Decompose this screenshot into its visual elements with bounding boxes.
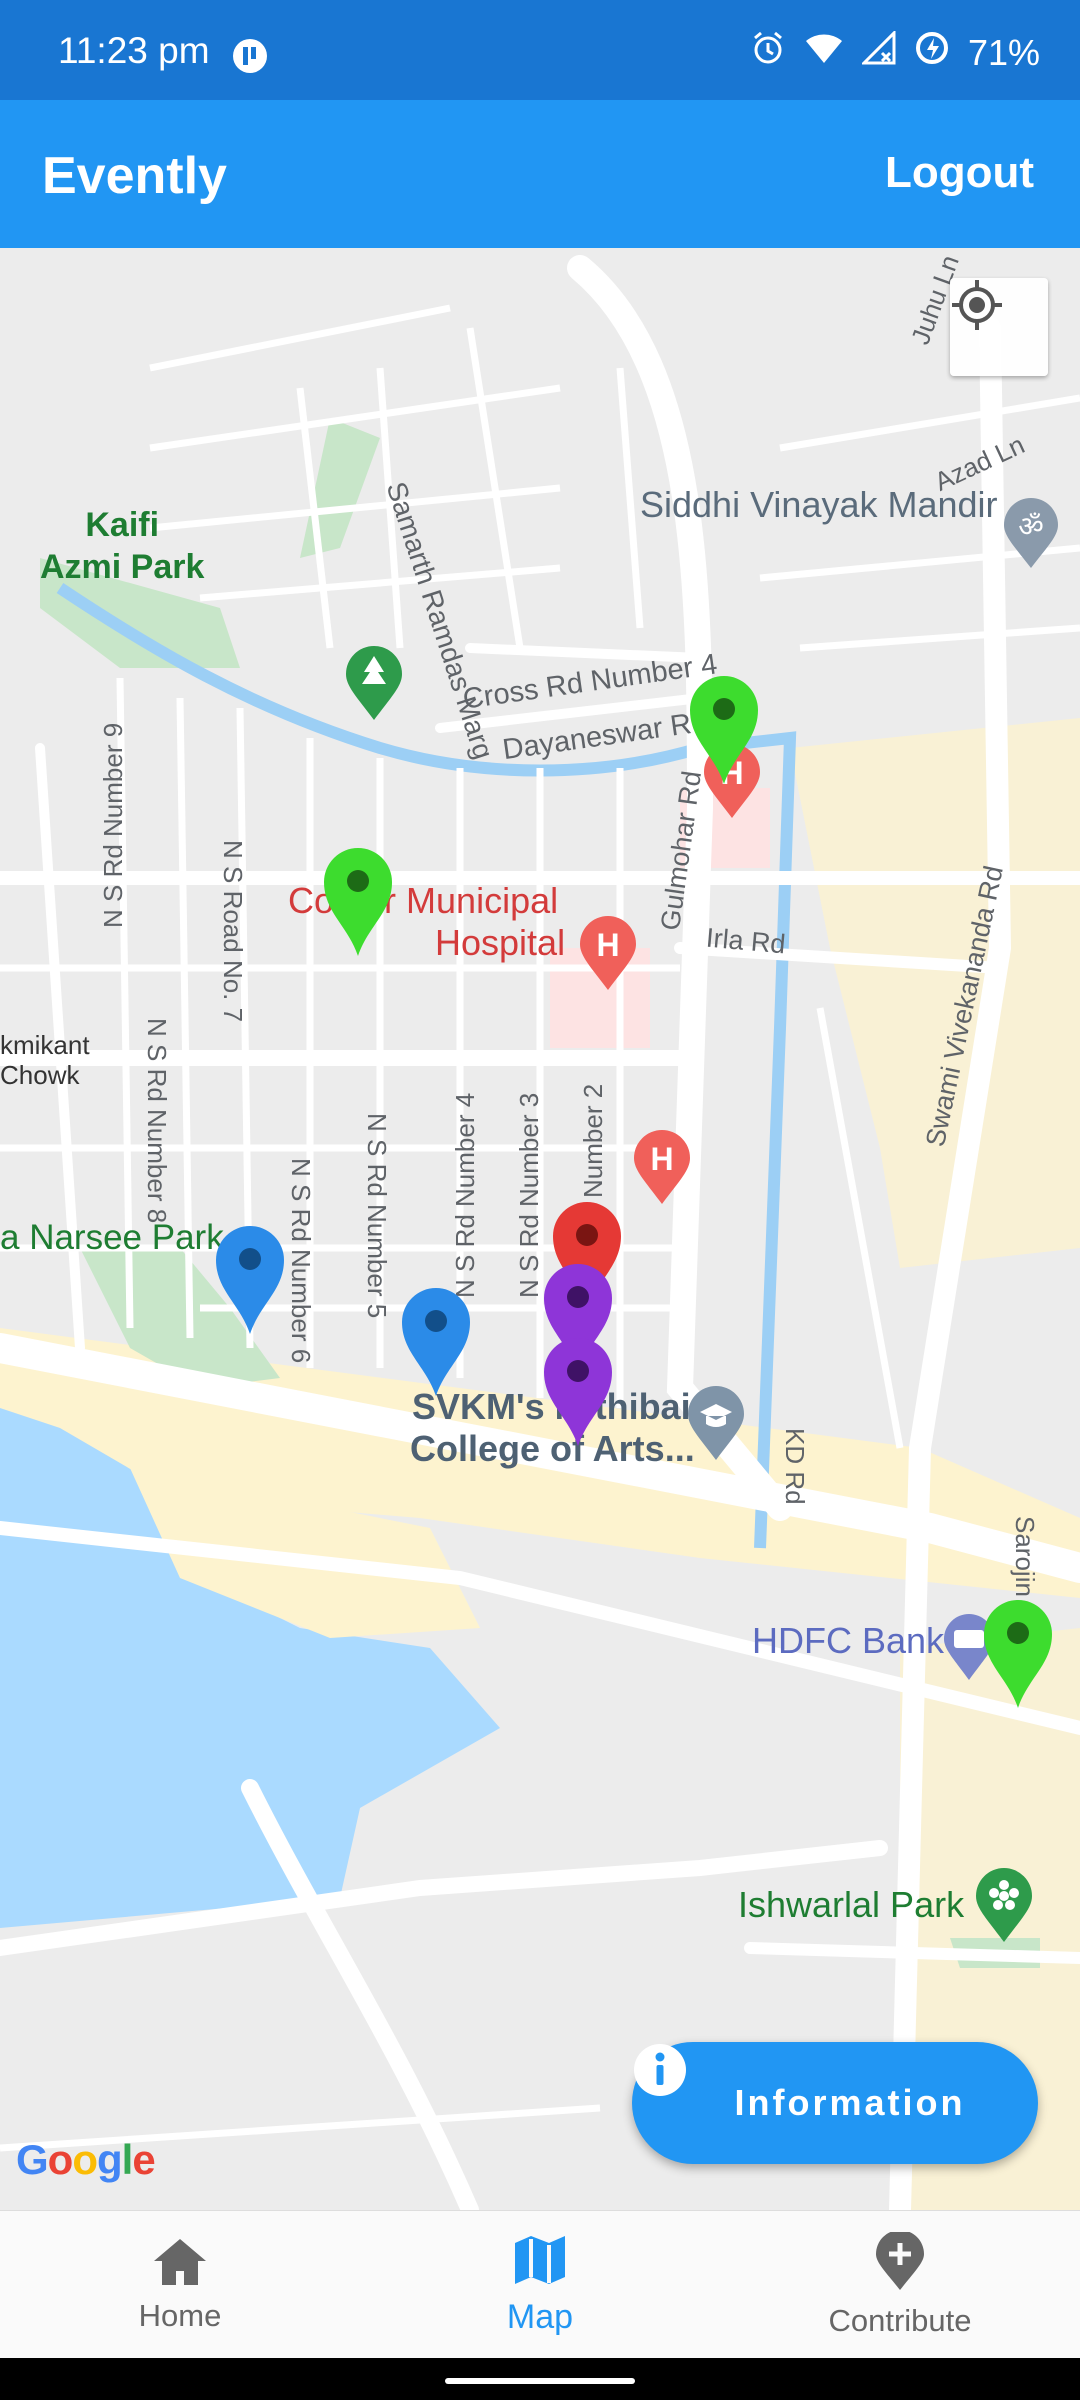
- street-label: N S Rd Number 9: [98, 722, 128, 928]
- street-label: N S Rd Number 5: [362, 1113, 392, 1319]
- information-label: Information: [734, 2082, 966, 2123]
- nav-item-map[interactable]: Map: [360, 2211, 720, 2359]
- status-icons: 71%: [750, 29, 1040, 75]
- street-label: Number 2: [578, 1083, 608, 1198]
- status-time: 11:23 pm: [58, 30, 210, 71]
- add-location-icon: [876, 2229, 924, 2297]
- bottom-navigation: Home Map Contribute: [0, 2210, 1080, 2359]
- status-bar: 11:23 pm 71%: [0, 0, 1080, 100]
- street-label: Sarojin: [1010, 1516, 1040, 1597]
- nav-item-home[interactable]: Home: [0, 2211, 360, 2359]
- home-icon: [152, 2237, 208, 2292]
- nav-label-contribute: Contribute: [828, 2302, 972, 2338]
- nav-label-map: Map: [506, 2298, 574, 2336]
- information-button[interactable]: Information: [632, 2042, 1038, 2164]
- park-label-narsee[interactable]: a Narsee Park: [0, 1218, 224, 1258]
- svg-text:H: H: [596, 927, 619, 963]
- map-view[interactable]: Samarth Ramdas Marg Cross Rd Number 4 Da…: [0, 248, 1080, 2210]
- app-title: Evently: [42, 147, 227, 205]
- home-gesture-pill[interactable]: [445, 2378, 635, 2384]
- google-logo: Google: [16, 2136, 156, 2183]
- bank-label-hdfc[interactable]: HDFC Bank: [752, 1620, 944, 1662]
- hospital-label-cooper-line2[interactable]: Hospital: [435, 922, 565, 964]
- street-label: kmikant: [0, 1030, 90, 1060]
- gesture-navigation-bar: [0, 2358, 1080, 2400]
- my-location-button[interactable]: [950, 278, 1048, 376]
- street-label: N S Rd Number 8: [142, 1018, 172, 1224]
- svg-text:ॐ: ॐ: [1018, 510, 1044, 543]
- svg-text:H: H: [650, 1141, 673, 1177]
- park-label-ishwarlal[interactable]: Ishwarlal Park: [738, 1884, 964, 1926]
- nav-label-home: Home: [138, 2297, 222, 2333]
- street-label: N S Road No. 7: [218, 840, 248, 1023]
- street-label: KD Rd: [780, 1428, 810, 1505]
- logout-button[interactable]: Logout: [885, 148, 1034, 198]
- app-bar: Evently Logout: [0, 100, 1080, 248]
- nav-item-contribute[interactable]: Contribute: [720, 2211, 1080, 2359]
- battery-percent: 71%: [967, 31, 1040, 73]
- app-notification-icon: [232, 38, 268, 79]
- signal-icon: [860, 29, 896, 74]
- street-label: N S Rd Number 3: [514, 1092, 544, 1298]
- alarm-icon: [750, 30, 786, 75]
- wifi-icon: [804, 31, 844, 74]
- street-label: N S Rd Number 4: [450, 1092, 480, 1298]
- street-label: N S Rd Number 6: [286, 1158, 316, 1364]
- temple-label-siddhi-vinayak[interactable]: Siddhi Vinayak Mandir: [640, 484, 998, 526]
- battery-saver-icon: [914, 30, 950, 75]
- park-label-kaifi-azmi[interactable]: Kaifi Azmi Park: [40, 504, 204, 588]
- street-label: Chowk: [0, 1060, 80, 1090]
- map-icon: [513, 2233, 567, 2292]
